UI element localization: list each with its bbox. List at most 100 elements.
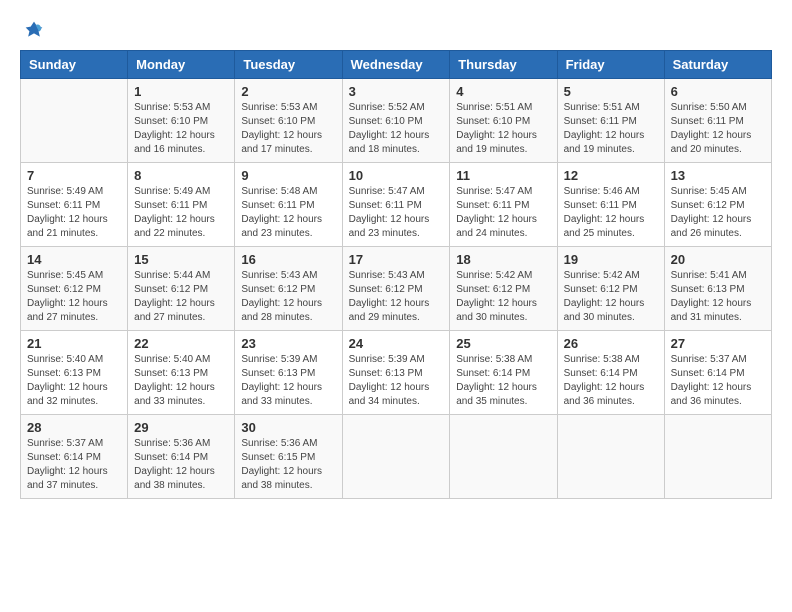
day-number: 20 [671,252,765,267]
calendar-cell: 11 Sunrise: 5:47 AMSunset: 6:11 PMDaylig… [450,163,557,247]
calendar-cell: 13 Sunrise: 5:45 AMSunset: 6:12 PMDaylig… [664,163,771,247]
calendar-cell: 3 Sunrise: 5:52 AMSunset: 6:10 PMDayligh… [342,79,450,163]
week-row-1: 1 Sunrise: 5:53 AMSunset: 6:10 PMDayligh… [21,79,772,163]
day-info: Sunrise: 5:51 AMSunset: 6:11 PMDaylight:… [564,101,658,157]
day-info: Sunrise: 5:42 AMSunset: 6:12 PMDaylight:… [564,269,658,325]
calendar-cell: 12 Sunrise: 5:46 AMSunset: 6:11 PMDaylig… [557,163,664,247]
calendar-cell: 14 Sunrise: 5:45 AMSunset: 6:12 PMDaylig… [21,247,128,331]
day-number: 9 [241,168,335,183]
week-row-2: 7 Sunrise: 5:49 AMSunset: 6:11 PMDayligh… [21,163,772,247]
day-info: Sunrise: 5:53 AMSunset: 6:10 PMDaylight:… [134,101,228,157]
calendar-cell: 28 Sunrise: 5:37 AMSunset: 6:14 PMDaylig… [21,415,128,499]
day-info: Sunrise: 5:49 AMSunset: 6:11 PMDaylight:… [27,185,121,241]
day-number: 24 [349,336,444,351]
calendar-cell: 22 Sunrise: 5:40 AMSunset: 6:13 PMDaylig… [128,331,235,415]
calendar-cell: 21 Sunrise: 5:40 AMSunset: 6:13 PMDaylig… [21,331,128,415]
day-number: 10 [349,168,444,183]
day-number: 5 [564,84,658,99]
page-header [20,20,772,40]
calendar-cell: 23 Sunrise: 5:39 AMSunset: 6:13 PMDaylig… [235,331,342,415]
day-number: 15 [134,252,228,267]
calendar-cell: 18 Sunrise: 5:42 AMSunset: 6:12 PMDaylig… [450,247,557,331]
calendar-cell: 27 Sunrise: 5:37 AMSunset: 6:14 PMDaylig… [664,331,771,415]
day-info: Sunrise: 5:38 AMSunset: 6:14 PMDaylight:… [564,353,658,409]
day-info: Sunrise: 5:45 AMSunset: 6:12 PMDaylight:… [27,269,121,325]
day-info: Sunrise: 5:49 AMSunset: 6:11 PMDaylight:… [134,185,228,241]
day-number: 3 [349,84,444,99]
day-number: 13 [671,168,765,183]
calendar-cell: 9 Sunrise: 5:48 AMSunset: 6:11 PMDayligh… [235,163,342,247]
day-info: Sunrise: 5:39 AMSunset: 6:13 PMDaylight:… [349,353,444,409]
day-number: 23 [241,336,335,351]
day-info: Sunrise: 5:37 AMSunset: 6:14 PMDaylight:… [27,437,121,493]
day-info: Sunrise: 5:53 AMSunset: 6:10 PMDaylight:… [241,101,335,157]
calendar-cell: 26 Sunrise: 5:38 AMSunset: 6:14 PMDaylig… [557,331,664,415]
calendar-cell: 6 Sunrise: 5:50 AMSunset: 6:11 PMDayligh… [664,79,771,163]
day-number: 22 [134,336,228,351]
calendar-cell: 10 Sunrise: 5:47 AMSunset: 6:11 PMDaylig… [342,163,450,247]
calendar-cell: 2 Sunrise: 5:53 AMSunset: 6:10 PMDayligh… [235,79,342,163]
day-info: Sunrise: 5:42 AMSunset: 6:12 PMDaylight:… [456,269,550,325]
day-number: 28 [27,420,121,435]
day-number: 27 [671,336,765,351]
day-info: Sunrise: 5:36 AMSunset: 6:14 PMDaylight:… [134,437,228,493]
day-number: 11 [456,168,550,183]
calendar-cell: 16 Sunrise: 5:43 AMSunset: 6:12 PMDaylig… [235,247,342,331]
day-info: Sunrise: 5:38 AMSunset: 6:14 PMDaylight:… [456,353,550,409]
day-info: Sunrise: 5:36 AMSunset: 6:15 PMDaylight:… [241,437,335,493]
day-number: 21 [27,336,121,351]
day-info: Sunrise: 5:48 AMSunset: 6:11 PMDaylight:… [241,185,335,241]
day-number: 14 [27,252,121,267]
day-info: Sunrise: 5:40 AMSunset: 6:13 PMDaylight:… [27,353,121,409]
header-cell-monday: Monday [128,51,235,79]
header-cell-tuesday: Tuesday [235,51,342,79]
day-info: Sunrise: 5:45 AMSunset: 6:12 PMDaylight:… [671,185,765,241]
day-info: Sunrise: 5:51 AMSunset: 6:10 PMDaylight:… [456,101,550,157]
day-info: Sunrise: 5:50 AMSunset: 6:11 PMDaylight:… [671,101,765,157]
calendar-cell [21,79,128,163]
day-number: 25 [456,336,550,351]
day-number: 29 [134,420,228,435]
calendar: SundayMondayTuesdayWednesdayThursdayFrid… [20,50,772,499]
calendar-cell: 15 Sunrise: 5:44 AMSunset: 6:12 PMDaylig… [128,247,235,331]
day-number: 7 [27,168,121,183]
calendar-cell: 17 Sunrise: 5:43 AMSunset: 6:12 PMDaylig… [342,247,450,331]
calendar-cell: 30 Sunrise: 5:36 AMSunset: 6:15 PMDaylig… [235,415,342,499]
calendar-cell: 24 Sunrise: 5:39 AMSunset: 6:13 PMDaylig… [342,331,450,415]
day-number: 6 [671,84,765,99]
calendar-cell: 7 Sunrise: 5:49 AMSunset: 6:11 PMDayligh… [21,163,128,247]
calendar-cell [664,415,771,499]
day-info: Sunrise: 5:41 AMSunset: 6:13 PMDaylight:… [671,269,765,325]
calendar-cell: 4 Sunrise: 5:51 AMSunset: 6:10 PMDayligh… [450,79,557,163]
header-cell-friday: Friday [557,51,664,79]
day-number: 17 [349,252,444,267]
day-info: Sunrise: 5:40 AMSunset: 6:13 PMDaylight:… [134,353,228,409]
week-row-3: 14 Sunrise: 5:45 AMSunset: 6:12 PMDaylig… [21,247,772,331]
header-cell-wednesday: Wednesday [342,51,450,79]
calendar-cell: 19 Sunrise: 5:42 AMSunset: 6:12 PMDaylig… [557,247,664,331]
day-number: 2 [241,84,335,99]
day-info: Sunrise: 5:37 AMSunset: 6:14 PMDaylight:… [671,353,765,409]
logo-icon [24,20,44,40]
day-number: 19 [564,252,658,267]
header-cell-sunday: Sunday [21,51,128,79]
day-number: 4 [456,84,550,99]
day-number: 1 [134,84,228,99]
calendar-cell [342,415,450,499]
calendar-cell: 5 Sunrise: 5:51 AMSunset: 6:11 PMDayligh… [557,79,664,163]
day-info: Sunrise: 5:47 AMSunset: 6:11 PMDaylight:… [349,185,444,241]
calendar-cell [450,415,557,499]
logo [20,20,44,40]
day-info: Sunrise: 5:52 AMSunset: 6:10 PMDaylight:… [349,101,444,157]
week-row-5: 28 Sunrise: 5:37 AMSunset: 6:14 PMDaylig… [21,415,772,499]
calendar-cell: 20 Sunrise: 5:41 AMSunset: 6:13 PMDaylig… [664,247,771,331]
calendar-cell: 8 Sunrise: 5:49 AMSunset: 6:11 PMDayligh… [128,163,235,247]
week-row-4: 21 Sunrise: 5:40 AMSunset: 6:13 PMDaylig… [21,331,772,415]
calendar-cell: 29 Sunrise: 5:36 AMSunset: 6:14 PMDaylig… [128,415,235,499]
calendar-cell: 25 Sunrise: 5:38 AMSunset: 6:14 PMDaylig… [450,331,557,415]
day-info: Sunrise: 5:44 AMSunset: 6:12 PMDaylight:… [134,269,228,325]
day-number: 18 [456,252,550,267]
header-cell-thursday: Thursday [450,51,557,79]
day-info: Sunrise: 5:43 AMSunset: 6:12 PMDaylight:… [241,269,335,325]
calendar-cell: 1 Sunrise: 5:53 AMSunset: 6:10 PMDayligh… [128,79,235,163]
